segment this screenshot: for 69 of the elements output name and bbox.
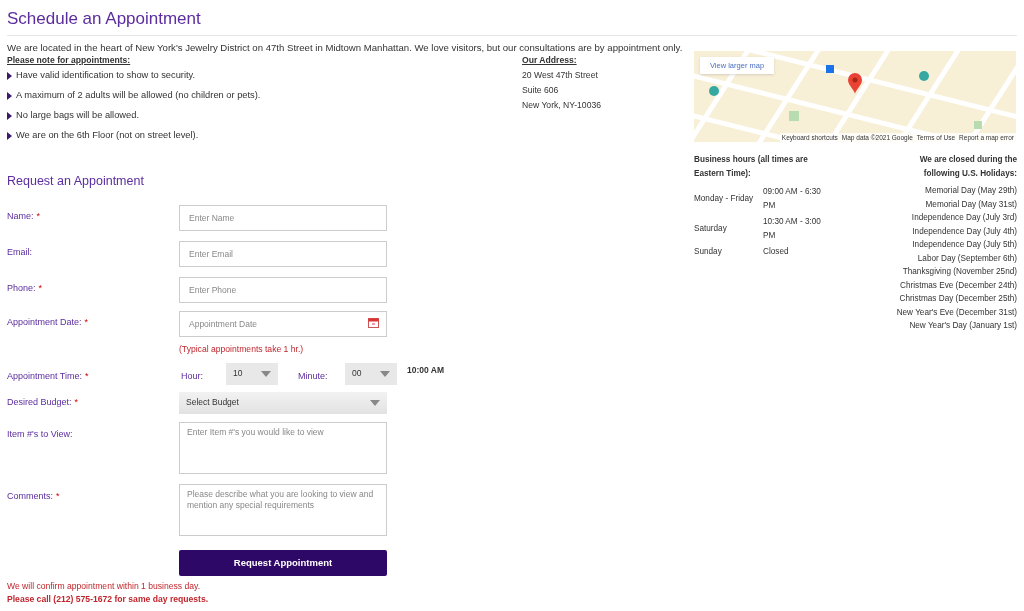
- date-field[interactable]: Appointment Date: [179, 310, 387, 337]
- holiday-item: Independence Day (July 5th): [911, 239, 1017, 251]
- text-area[interactable]: Enter Item #'s you would like to view: [179, 421, 387, 474]
- hour-select[interactable]: 10: [226, 362, 278, 385]
- hours-time: Closed: [763, 246, 790, 258]
- bullet-icon: [7, 92, 12, 100]
- required-mark: *: [85, 369, 89, 383]
- field-label: Appointment Time:: [7, 369, 83, 383]
- submit-button[interactable]: Request Appointment: [179, 549, 387, 576]
- required-mark: *: [36, 210, 41, 223]
- minute-select[interactable]: 00: [345, 362, 397, 385]
- holiday-item: Independence Day (July 3rd): [910, 212, 1017, 224]
- caret-icon: [380, 370, 390, 377]
- note-item: No large bags will be allowed.: [16, 109, 139, 123]
- holiday-item: Thanksgiving (November 25nd): [901, 266, 1017, 278]
- holiday-item: Memorial Day (May 29th): [924, 185, 1017, 197]
- budget-select[interactable]: Select Budget: [179, 391, 387, 414]
- hours-heading: Business hours (all times are Eastern Time):: [694, 154, 809, 180]
- caret-icon: [261, 370, 271, 377]
- note-item: We are on the 6th Floor (not on street level).: [16, 129, 199, 143]
- address-line: New York, NY-10036: [522, 99, 601, 112]
- text-area[interactable]: Please describe what you are looking to view and mention any special requirements: [179, 483, 387, 536]
- call-note: Please call (212) 575-1672 for same day requests.: [7, 592, 210, 606]
- hour-label: Hour:: [180, 369, 204, 383]
- hours-day: Saturday: [694, 222, 763, 236]
- input-field[interactable]: Enter Phone: [179, 276, 387, 303]
- holiday-item: Labor Day (September 6th): [916, 252, 1017, 265]
- field-label: Desired Budget:: [7, 396, 72, 409]
- required-mark: *: [56, 489, 60, 503]
- page-title: Schedule an Appointment: [7, 8, 1017, 36]
- address-line: Suite 606: [522, 84, 560, 97]
- address-heading: Our Address:: [522, 54, 578, 66]
- minute-label: Minute:: [297, 369, 329, 383]
- confirm-note: We will confirm appointment within 1 business day.: [7, 579, 202, 593]
- bullet-icon: [7, 112, 12, 120]
- time-display: 10:00 AM: [407, 363, 444, 377]
- field-label: Comments:: [7, 489, 53, 503]
- required-mark: *: [74, 396, 79, 409]
- caret-icon: [370, 399, 380, 406]
- holiday-item: Christmas Day (December 25th): [898, 293, 1017, 305]
- form-heading: Request an Appointment: [7, 173, 145, 190]
- holidays-heading: We are closed during the following U.S. Holidays:: [918, 154, 1017, 180]
- field-label: Item #'s to View:: [7, 427, 73, 441]
- holiday-item: New Year's Eve (December 31st): [896, 306, 1017, 319]
- required-mark: *: [38, 282, 43, 295]
- hours-day: Monday - Friday: [694, 192, 763, 206]
- address-line: 20 West 47th Street: [522, 69, 599, 82]
- input-field[interactable]: Enter Email: [179, 240, 387, 267]
- holiday-item: Memorial Day (May 31st): [924, 198, 1017, 211]
- calendar-icon[interactable]: [368, 316, 379, 328]
- bullet-icon: [7, 72, 12, 80]
- notes-heading: Please note for appointments:: [7, 54, 132, 66]
- note-item: Have valid identification to show to security.: [16, 69, 196, 83]
- field-label: Name:: [7, 210, 34, 223]
- intro-text: We are located in the heart of New York's Jewelry District on 47th Street in Midtown Manhattan. We love visitors, but our consultations are by appointment only.: [7, 42, 684, 54]
- holiday-item: Christmas Eve (December 24th): [899, 279, 1017, 292]
- field-label: Email:: [7, 246, 32, 259]
- bullet-icon: [7, 132, 12, 140]
- holiday-item: Independence Day (July 4th): [911, 225, 1017, 238]
- field-label: Appointment Date:: [7, 316, 82, 329]
- hint-text: (Typical appointments take 1 hr.): [179, 343, 304, 357]
- required-mark: *: [84, 316, 89, 329]
- field-label: Phone:: [7, 282, 36, 295]
- hours-time: 09:00 AM - 6:30 PM: [763, 186, 822, 212]
- input-field[interactable]: Enter Name: [179, 204, 387, 231]
- hours-time: 10:30 AM - 3:00 PM: [763, 216, 822, 242]
- hours-day: Sunday: [694, 245, 763, 259]
- holiday-item: New Year's Day (January 1st): [908, 320, 1017, 332]
- note-item: A maximum of 2 adults will be allowed (no children or pets).: [16, 89, 261, 103]
